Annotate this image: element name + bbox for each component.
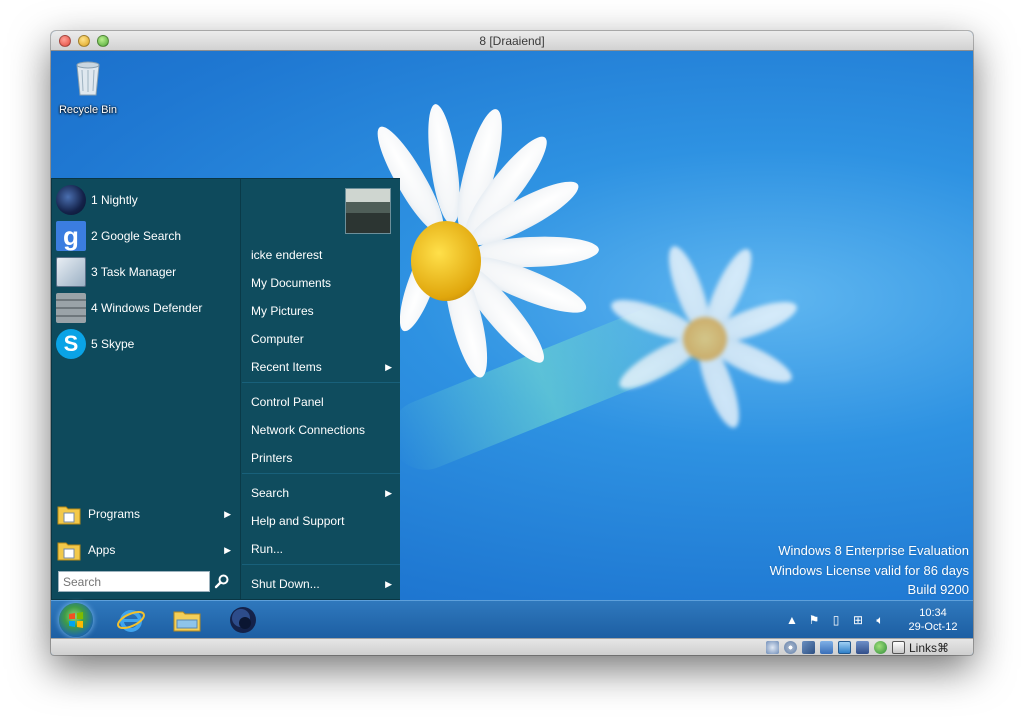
start-search-box[interactable] xyxy=(58,571,210,592)
pinned-item-label: 3 Task Manager xyxy=(91,265,177,279)
control-panel-item[interactable]: Control Panel xyxy=(251,391,396,413)
pinned-item-label: 5 Skype xyxy=(91,337,135,351)
programs-label: Programs xyxy=(88,507,141,521)
start-button[interactable] xyxy=(59,603,93,637)
user-avatar[interactable] xyxy=(345,188,391,234)
device-icon[interactable]: ▯ xyxy=(828,612,844,628)
run-item[interactable]: Run... xyxy=(251,538,396,560)
start-menu: 1 Nightly g 2 Google Search 3 Task Manag… xyxy=(51,178,400,600)
pinned-item-task-manager[interactable]: 3 Task Manager xyxy=(56,255,237,289)
pinned-item-label: 1 Nightly xyxy=(91,193,138,207)
arrow-right-icon: ▶ xyxy=(385,487,392,498)
watermark-license: Windows License valid for 86 days xyxy=(769,562,969,578)
network-connections-label: Network Connections xyxy=(251,423,366,437)
vm-status-bar: Links⌘ xyxy=(51,638,973,655)
desktop[interactable]: Recycle Bin Windows 8 Enterprise Evaluat… xyxy=(51,51,973,600)
taskbar-clock[interactable]: 10:34 29-Oct-12 xyxy=(905,606,961,634)
network-connections-item[interactable]: Network Connections xyxy=(251,419,396,441)
my-pictures-label: My Pictures xyxy=(251,304,314,318)
optical-drive-icon[interactable] xyxy=(783,641,797,654)
system-tray: ▲ ⚑ ▯ ⊞ 🔈︎ 10:34 29-Oct-12 xyxy=(781,605,965,635)
pinned-item-nightly[interactable]: 1 Nightly xyxy=(56,183,237,217)
start-menu-left-pane: 1 Nightly g 2 Google Search 3 Task Manag… xyxy=(52,179,239,599)
apps-label: Apps xyxy=(88,543,116,557)
wallpaper-daisy-small xyxy=(606,241,811,441)
help-and-support-label: Help and Support xyxy=(251,514,345,528)
clock-date: 29-Oct-12 xyxy=(908,621,958,633)
vm-status-icons: Links⌘ xyxy=(761,640,949,655)
recycle-bin-label: Recycle Bin xyxy=(58,104,118,116)
host-key-label: Links⌘ xyxy=(908,640,949,655)
show-hidden-icons[interactable]: ▲ xyxy=(784,612,800,628)
help-and-support-item[interactable]: Help and Support xyxy=(251,510,396,532)
user-name: icke enderest xyxy=(251,248,323,262)
pinned-item-google-search[interactable]: g 2 Google Search xyxy=(56,219,237,253)
my-documents-item[interactable]: My Documents xyxy=(251,272,396,294)
start-search-input[interactable] xyxy=(59,572,209,591)
internet-explorer-icon[interactable] xyxy=(115,604,147,636)
nightly-icon[interactable] xyxy=(227,604,259,636)
vm-window: 8 [Draaiend] Recycle Bin Windows 8 Enter… xyxy=(51,31,973,655)
folder-icon xyxy=(57,542,81,561)
taskbar: ▲ ⚑ ▯ ⊞ 🔈︎ 10:34 29-Oct-12 xyxy=(51,600,973,638)
windows-logo-icon xyxy=(69,612,83,628)
video-capture-icon[interactable] xyxy=(855,641,869,654)
watermark-build: Build 9200 xyxy=(907,582,969,597)
recent-items-item[interactable]: Recent Items ▶ xyxy=(251,356,396,378)
recent-items-label: Recent Items xyxy=(251,360,322,374)
shut-down-label: Shut Down... xyxy=(251,577,320,591)
menu-separator xyxy=(242,564,400,565)
my-pictures-item[interactable]: My Pictures xyxy=(251,300,396,322)
arrow-right-icon: ▶ xyxy=(224,508,231,519)
network-icon[interactable]: ⊞ xyxy=(850,612,866,628)
start-menu-right-pane: icke enderest My Documents My Pictures C… xyxy=(240,179,400,599)
display-icon[interactable] xyxy=(837,641,851,654)
arrow-right-icon: ▶ xyxy=(385,361,392,372)
search-icon[interactable] xyxy=(214,573,230,589)
pinned-item-label: 4 Windows Defender xyxy=(91,301,203,315)
clock-time: 10:34 xyxy=(919,607,947,619)
task-manager-icon xyxy=(56,257,86,287)
search-item[interactable]: Search ▶ xyxy=(251,482,396,504)
volume-icon[interactable]: 🔈︎ xyxy=(872,612,888,628)
recycle-bin-desktop-icon[interactable]: Recycle Bin xyxy=(55,57,121,116)
printers-label: Printers xyxy=(251,451,293,465)
keyboard-capture-icon[interactable] xyxy=(891,641,905,654)
user-name-item[interactable]: icke enderest xyxy=(251,244,396,266)
programs-menu-item[interactable]: Programs ▶ xyxy=(56,497,237,531)
pinned-item-label: 2 Google Search xyxy=(91,229,182,243)
windows-defender-icon xyxy=(56,293,86,323)
nightly-icon xyxy=(56,185,86,215)
hard-disk-icon[interactable] xyxy=(765,641,779,654)
menu-separator xyxy=(242,382,400,383)
computer-item[interactable]: Computer xyxy=(251,328,396,350)
google-icon: g xyxy=(56,221,86,251)
menu-separator xyxy=(242,473,400,474)
folder-icon xyxy=(57,506,81,525)
computer-label: Computer xyxy=(251,332,304,346)
network-adapter-icon[interactable] xyxy=(873,641,887,654)
control-panel-label: Control Panel xyxy=(251,395,324,409)
apps-menu-item[interactable]: Apps ▶ xyxy=(56,533,237,567)
window-title: 8 [Draaiend] xyxy=(479,34,545,48)
printers-item[interactable]: Printers xyxy=(251,447,396,469)
arrow-right-icon: ▶ xyxy=(385,578,392,589)
watermark-edition: Windows 8 Enterprise Evaluation xyxy=(778,543,969,558)
window-titlebar[interactable]: 8 [Draaiend] xyxy=(51,31,973,51)
search-label: Search xyxy=(251,486,290,500)
usb-icon[interactable] xyxy=(801,641,815,654)
windows-watermark: Windows 8 Enterprise Evaluation Windows … xyxy=(770,541,969,600)
arrow-right-icon: ▶ xyxy=(224,544,231,555)
recycle-bin-icon xyxy=(76,61,100,96)
skype-icon: S xyxy=(56,329,86,359)
pinned-item-skype[interactable]: S 5 Skype xyxy=(56,327,237,361)
file-explorer-icon[interactable] xyxy=(171,604,203,636)
my-documents-label: My Documents xyxy=(251,276,332,290)
action-center-flag-icon[interactable]: ⚑ xyxy=(806,612,822,628)
run-label: Run... xyxy=(251,542,284,556)
shut-down-item[interactable]: Shut Down... ▶ xyxy=(251,573,396,595)
shared-folder-icon[interactable] xyxy=(819,641,833,654)
pinned-item-windows-defender[interactable]: 4 Windows Defender xyxy=(56,291,237,325)
